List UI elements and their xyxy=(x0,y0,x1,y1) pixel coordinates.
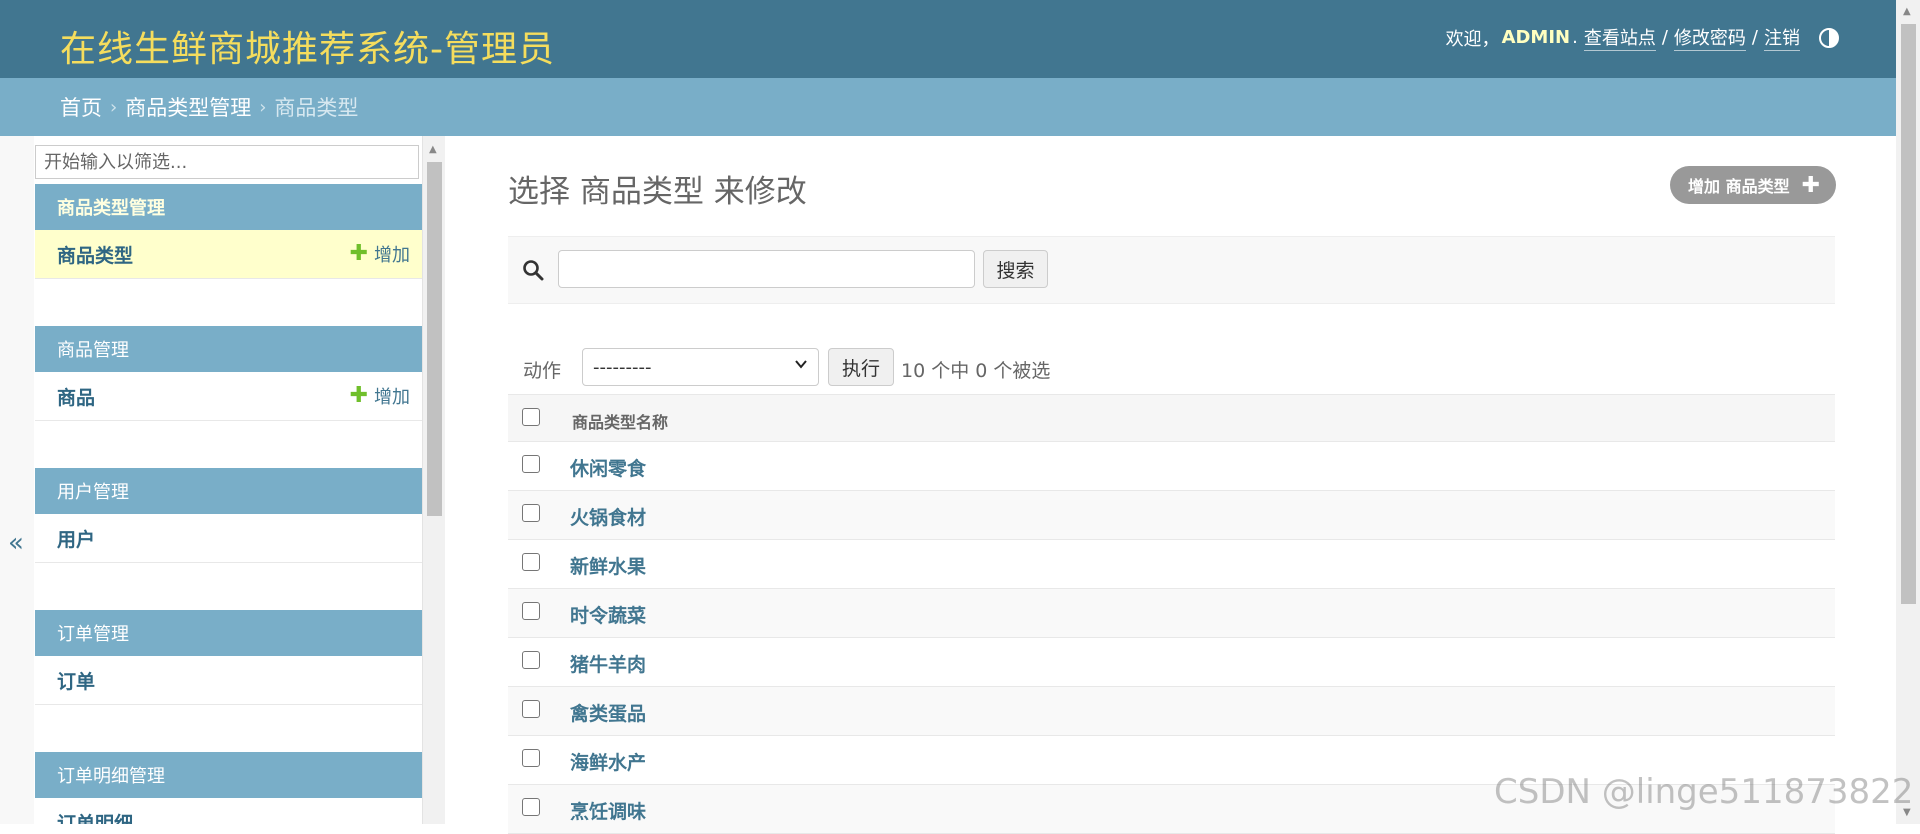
plus-icon: ✚ xyxy=(349,383,368,408)
scroll-up-icon[interactable]: ▲ xyxy=(1903,6,1911,17)
breadcrumb: 首页 › 商品类型管理 › 商品类型 xyxy=(0,78,1896,136)
site-brand-title[interactable]: 在线生鲜商城推荐系统-管理员 xyxy=(60,20,555,72)
row-link[interactable]: 休闲零食 xyxy=(570,454,646,481)
module-order-detail-mgmt: 订单明细管理 订单明细 xyxy=(35,752,422,824)
actions-bar: 动作 --------- 执行 10 个中 0 个被选 xyxy=(508,340,1835,394)
sidebar-add-link[interactable]: ✚ 增加 xyxy=(350,241,410,267)
sidebar-item-order[interactable]: 订单 xyxy=(35,656,422,705)
breadcrumb-current: 商品类型 xyxy=(274,96,359,120)
row-checkbox[interactable] xyxy=(522,749,540,767)
add-product-type-button[interactable]: 增加 商品类型 ✚ xyxy=(1670,166,1837,204)
scrollbar-thumb[interactable] xyxy=(1901,24,1916,604)
module-caption[interactable]: 订单明细管理 xyxy=(35,752,422,798)
sidebar-item-label[interactable]: 用户 xyxy=(57,525,95,552)
scrollbar-thumb[interactable] xyxy=(427,162,442,516)
sidebar-toggle-button[interactable]: « xyxy=(0,136,35,824)
sidebar-item-label[interactable]: 订单明细 xyxy=(57,809,133,825)
add-button-label: 增加 商品类型 xyxy=(1688,177,1790,196)
module-product-mgmt: 商品管理 商品 ✚ 增加 xyxy=(35,326,422,421)
breadcrumb-chevron: › xyxy=(110,96,118,118)
column-header-name[interactable]: 商品类型名称 xyxy=(572,409,668,433)
chevron-down-icon xyxy=(795,360,807,369)
row-checkbox[interactable] xyxy=(522,602,540,620)
sidebar-add-link[interactable]: ✚ 增加 xyxy=(350,383,410,409)
plus-icon: ✚ xyxy=(349,241,368,266)
breadcrumb-chevron: › xyxy=(259,96,267,118)
row-checkbox[interactable] xyxy=(522,553,540,571)
module-order-mgmt: 订单管理 订单 xyxy=(35,610,422,705)
row-checkbox[interactable] xyxy=(522,651,540,669)
username-dot: . xyxy=(1572,27,1578,48)
watermark: CSDN @linge511873822 xyxy=(1494,772,1914,812)
row-checkbox[interactable] xyxy=(522,700,540,718)
breadcrumb-app[interactable]: 商品类型管理 xyxy=(125,92,251,122)
search-icon xyxy=(523,260,544,281)
plus-icon: ✚ xyxy=(1801,172,1821,198)
page-title: 选择 商品类型 来修改 xyxy=(508,174,807,210)
sidebar-item-product-type[interactable]: 商品类型 ✚ 增加 xyxy=(35,230,422,279)
view-site-link[interactable]: 查看站点 xyxy=(1583,24,1656,51)
row-checkbox[interactable] xyxy=(522,504,540,522)
sidebar-item-order-detail[interactable]: 订单明细 xyxy=(35,798,422,825)
module-caption[interactable]: 订单管理 xyxy=(35,610,422,656)
row-link[interactable]: 时令蔬菜 xyxy=(570,601,646,628)
module-user-mgmt: 用户管理 用户 xyxy=(35,468,422,563)
table-row: 火锅食材 xyxy=(508,491,1835,540)
table-row: 猪牛羊肉 xyxy=(508,638,1835,687)
row-link[interactable]: 火锅食材 xyxy=(570,503,646,530)
row-checkbox[interactable] xyxy=(522,798,540,816)
row-link[interactable]: 烹饪调味 xyxy=(570,797,646,824)
table-row: 休闲零食 xyxy=(508,442,1835,491)
add-label: 增加 xyxy=(374,245,410,266)
row-link[interactable]: 猪牛羊肉 xyxy=(570,650,646,677)
result-table: 商品类型名称 休闲零食 火锅食材 新鲜水果 时令蔬菜 猪牛羊肉 禽类蛋品 海鲜水… xyxy=(508,394,1835,834)
table-row: 禽类蛋品 xyxy=(508,687,1835,736)
select-all-checkbox[interactable] xyxy=(522,408,540,426)
page-scrollbar[interactable]: ▲ ▼ xyxy=(1896,0,1920,824)
separator: / xyxy=(1751,27,1758,48)
sidebar-item-product[interactable]: 商品 ✚ 增加 xyxy=(35,372,422,421)
module-caption[interactable]: 商品管理 xyxy=(35,326,422,372)
run-action-button[interactable]: 执行 xyxy=(828,348,894,386)
nav-filter-input[interactable] xyxy=(35,145,419,179)
welcome-text: 欢迎， xyxy=(1445,28,1500,50)
search-toolbar: 搜索 xyxy=(508,236,1835,304)
row-link[interactable]: 禽类蛋品 xyxy=(570,699,646,726)
search-button[interactable]: 搜索 xyxy=(983,250,1048,288)
module-caption[interactable]: 商品类型管理 xyxy=(35,184,422,230)
site-header: 在线生鲜商城推荐系统-管理员 欢迎， ADMIN. 查看站点 / 修改密码 / … xyxy=(0,0,1896,78)
logout-link[interactable]: 注销 xyxy=(1764,24,1800,51)
sidebar-item-label[interactable]: 订单 xyxy=(57,667,95,694)
table-header: 商品类型名称 xyxy=(508,394,1835,442)
separator: / xyxy=(1661,27,1668,48)
sidebar-item-label[interactable]: 商品类型 xyxy=(57,241,133,268)
row-checkbox[interactable] xyxy=(522,455,540,473)
change-password-link[interactable]: 修改密码 xyxy=(1673,24,1746,51)
table-row: 时令蔬菜 xyxy=(508,589,1835,638)
action-select[interactable]: --------- xyxy=(582,348,819,386)
sidebar: 商品类型管理 商品类型 ✚ 增加 商品管理 商品 ✚ 增加 用户管理 用户 订单… xyxy=(34,136,422,824)
module-product-type-mgmt: 商品类型管理 商品类型 ✚ 增加 xyxy=(35,184,422,279)
sidebar-item-user[interactable]: 用户 xyxy=(35,514,422,563)
module-caption[interactable]: 用户管理 xyxy=(35,468,422,514)
selection-counter: 10 个中 0 个被选 xyxy=(901,360,1051,382)
sidebar-scrollbar[interactable]: ▲ xyxy=(422,136,445,824)
action-label: 动作 xyxy=(523,360,562,382)
user-tools: 欢迎， ADMIN. 查看站点 / 修改密码 / 注销 xyxy=(1446,24,1840,51)
scroll-up-icon[interactable]: ▲ xyxy=(429,144,437,155)
table-row: 新鲜水果 xyxy=(508,540,1835,589)
search-input[interactable] xyxy=(558,250,975,288)
row-link[interactable]: 海鲜水产 xyxy=(570,748,646,775)
breadcrumb-home[interactable]: 首页 xyxy=(60,92,102,122)
sidebar-item-label[interactable]: 商品 xyxy=(57,383,95,410)
action-selected-value: --------- xyxy=(593,356,652,378)
add-label: 增加 xyxy=(374,387,410,408)
content-main: 选择 商品类型 来修改 增加 商品类型 ✚ 搜索 动作 --------- 执行… xyxy=(446,136,1896,834)
username: ADMIN xyxy=(1501,27,1571,48)
row-link[interactable]: 新鲜水果 xyxy=(570,552,646,579)
collapse-icon: « xyxy=(8,528,24,558)
theme-toggle-icon[interactable] xyxy=(1818,27,1840,49)
